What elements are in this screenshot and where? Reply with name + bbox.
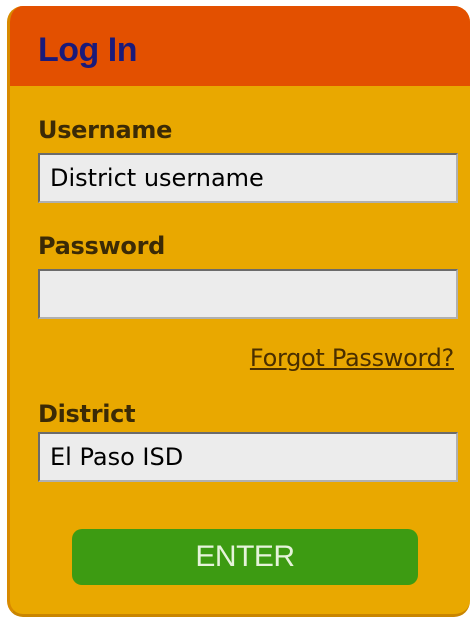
username-input[interactable]: [38, 153, 458, 203]
login-panel: Log In Username Password Forgot Password…: [7, 6, 470, 617]
password-label: Password: [38, 232, 165, 260]
login-title: Log In: [38, 31, 137, 69]
enter-button[interactable]: ENTER: [72, 529, 418, 585]
password-input[interactable]: [38, 269, 458, 319]
login-header: Log In: [10, 6, 470, 86]
forgot-password-link[interactable]: Forgot Password?: [250, 344, 454, 372]
district-input[interactable]: [38, 432, 458, 482]
district-label: District: [38, 400, 136, 428]
username-label: Username: [38, 116, 173, 144]
